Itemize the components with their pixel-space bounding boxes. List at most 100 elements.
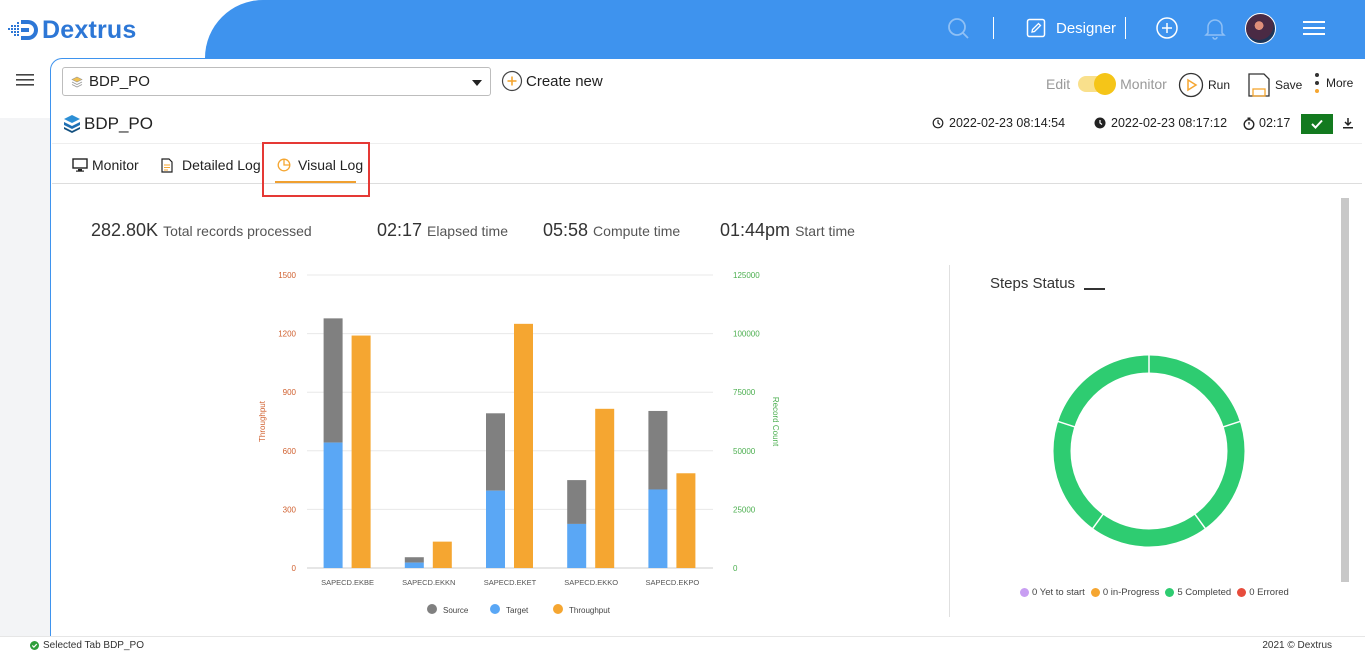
tab-highlight-box	[262, 142, 370, 197]
legend-completed[interactable]: 5 Completed	[1165, 587, 1231, 598]
vertical-scrollbar[interactable]	[1341, 198, 1349, 582]
legend-label: Throughput	[569, 606, 611, 615]
legend-label: 0 Yet to start	[1032, 587, 1085, 598]
legend-dot	[490, 604, 500, 614]
steps-status-donut-chart	[1053, 354, 1245, 547]
more-button[interactable]: More	[1314, 72, 1353, 94]
save-button[interactable]: Save	[1247, 72, 1302, 98]
legend-in-progress[interactable]: 0 in-Progress	[1090, 587, 1159, 598]
monitor-mode-label: Monitor	[1120, 76, 1167, 92]
steps-status-legend: 0 Yet to start 0 in-Progress 5 Completed…	[1020, 587, 1295, 598]
stat-compute-time: 05:58 Compute time	[543, 220, 680, 241]
start-time-value: 2022-02-23 08:14:54	[949, 116, 1066, 130]
stat-elapsed-time: 02:17 Elapsed time	[377, 220, 508, 241]
bar-throughput	[432, 541, 452, 568]
footer-status-text: Selected Tab BDP_PO	[43, 640, 144, 651]
header-banner	[205, 0, 1365, 58]
job-select[interactable]: BDP_PO	[62, 67, 491, 96]
sidebar-body	[0, 118, 50, 636]
legend-label: 5 Completed	[1177, 587, 1232, 598]
download-icon	[1343, 118, 1353, 129]
bar-target	[648, 489, 668, 568]
bar-source	[404, 557, 424, 563]
sidebar-toggle-button[interactable]	[16, 73, 34, 92]
legend-dot	[1090, 588, 1100, 597]
legend-label: Target	[506, 606, 529, 615]
job-heading: BDP_PO	[63, 114, 153, 134]
chart-divider	[949, 265, 950, 617]
add-circle-icon	[501, 70, 523, 92]
check-circle-icon	[30, 641, 39, 650]
designer-button[interactable]: Designer	[1026, 14, 1116, 42]
y2-axis-label: Record Count	[771, 397, 780, 447]
legend-label: 0 Errored	[1249, 587, 1289, 598]
legend-errored[interactable]: 0 Errored	[1237, 587, 1289, 598]
bar-target	[323, 442, 343, 568]
main-menu-button[interactable]	[1303, 14, 1325, 42]
legend-yet-to-start[interactable]: 0 Yet to start	[1020, 587, 1085, 598]
left-sidebar	[0, 58, 50, 636]
search-button[interactable]	[946, 14, 970, 42]
bar-throughput	[595, 408, 615, 568]
search-icon	[948, 18, 969, 39]
edit-document-icon	[1026, 18, 1046, 38]
legend-dot	[1237, 588, 1247, 597]
y2-tick-label: 50000	[733, 447, 756, 456]
chevron-down-icon	[472, 80, 482, 86]
app-logo[interactable]: Dextrus	[8, 14, 137, 46]
document-icon	[161, 157, 173, 173]
more-label: More	[1326, 76, 1354, 90]
download-button[interactable]	[1342, 116, 1354, 134]
clock-icon	[1094, 117, 1106, 129]
stat-start-time: 01:44pm Start time	[720, 220, 855, 241]
status-footer: Selected Tab BDP_PO 2021 © Dextrus	[0, 636, 1365, 653]
check-icon	[1311, 119, 1323, 129]
user-avatar[interactable]	[1245, 13, 1276, 44]
x-tick-label: SAPECD.EKBE	[321, 578, 374, 587]
notifications-button[interactable]	[1204, 14, 1226, 42]
stat-label: Compute time	[593, 223, 681, 239]
add-button[interactable]	[1155, 14, 1179, 42]
designer-label: Designer	[1056, 19, 1117, 37]
edit-monitor-toggle[interactable]	[1078, 73, 1117, 95]
header-divider	[993, 17, 994, 39]
steps-status-title: Steps Status	[990, 275, 1076, 292]
top-header: Dextrus Designer	[0, 0, 1365, 58]
bar-throughput	[676, 473, 696, 568]
run-button[interactable]: Run	[1178, 72, 1230, 98]
stat-value: 02:17	[377, 220, 423, 240]
y2-tick-label: 0	[733, 564, 738, 573]
job-start-time: 2022-02-23 08:14:54	[932, 116, 1065, 130]
title-underline	[1084, 288, 1105, 290]
stat-value: 282.80K	[91, 220, 159, 240]
tab-label: Monitor	[92, 157, 139, 173]
legend-dot	[553, 604, 563, 614]
stat-label: Elapsed time	[427, 223, 508, 239]
tab-detailed-log[interactable]: Detailed Log	[161, 157, 261, 173]
y-tick-label: 0	[292, 564, 297, 573]
create-new-button[interactable]: Create new	[501, 70, 603, 92]
bar-source	[648, 410, 668, 490]
x-tick-label: SAPECD.EKKN	[402, 578, 455, 587]
tab-monitor[interactable]: Monitor	[72, 157, 139, 173]
bar-throughput	[351, 335, 371, 568]
run-label: Run	[1208, 78, 1231, 92]
add-circle-icon	[1156, 17, 1178, 39]
job-duration: 02:17	[1243, 116, 1290, 130]
stat-label: Start time	[795, 223, 855, 239]
history-clock-icon	[932, 117, 944, 129]
status-success-button[interactable]	[1301, 114, 1333, 134]
y-tick-label: 1500	[278, 271, 296, 280]
dextrus-logo-icon	[8, 20, 38, 40]
bar-source	[323, 318, 343, 443]
header-divider	[1125, 17, 1126, 39]
y-tick-label: 900	[283, 388, 297, 397]
legend-label: Source	[443, 606, 469, 615]
save-label: Save	[1275, 78, 1303, 92]
y-tick-label: 300	[283, 505, 297, 514]
tab-label: Detailed Log	[182, 157, 261, 173]
bar-target	[486, 490, 505, 568]
bar-target	[404, 562, 424, 568]
stat-total-records: 282.80K Total records processed	[91, 220, 312, 241]
y-tick-label: 1200	[278, 330, 296, 339]
